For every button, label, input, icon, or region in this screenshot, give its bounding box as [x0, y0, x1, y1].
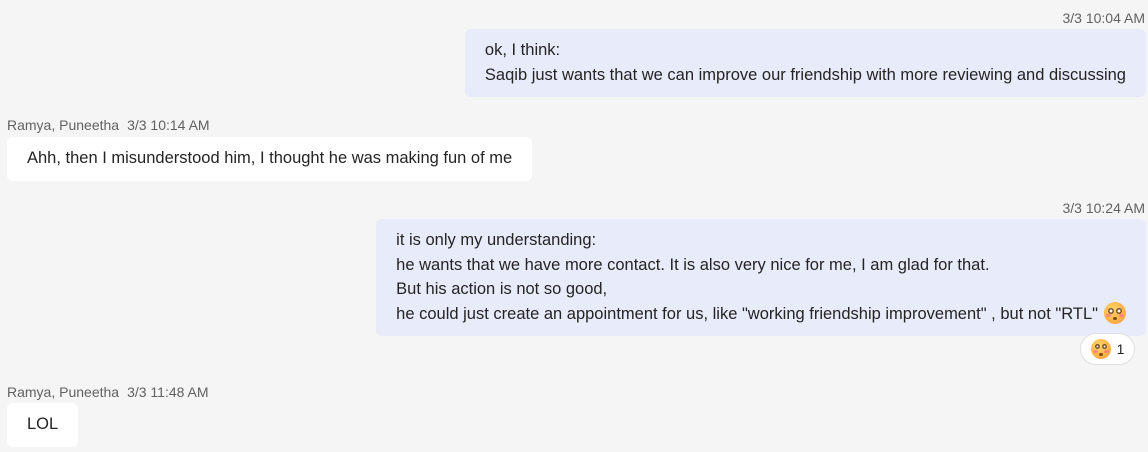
- message-bubble[interactable]: Ahh, then I misunderstood him, I thought…: [7, 137, 533, 181]
- sender-name: Ramya, Puneetha: [7, 384, 120, 400]
- message-bubble[interactable]: it is only my understanding: he wants th…: [376, 219, 1146, 336]
- message-timestamp: 3/3 10:04 AM: [1062, 10, 1145, 26]
- reaction-pill[interactable]: 1: [1080, 333, 1135, 365]
- message-text: ok, I think:: [484, 41, 561, 59]
- message-timestamp: 3/3 10:24 AM: [1062, 200, 1145, 216]
- message-text: he wants that we have more contact. It i…: [396, 255, 990, 274]
- chat-thread: 3/3 10:04 AM ok, I think: Saqib just wan…: [0, 0, 1148, 452]
- message-text: LOL: [27, 415, 59, 433]
- message-text: Ahh, then I misunderstood him, I thought…: [27, 149, 513, 167]
- message-text: he could just create an appointment for …: [396, 301, 1126, 327]
- flushed-face-icon: [1090, 339, 1111, 359]
- message-bubble[interactable]: ok, I think: Saqib just wants that we ca…: [464, 29, 1146, 97]
- message-text: Saqib just wants that we can improve our…: [484, 65, 1126, 84]
- message-text: But his action is not so good,: [396, 280, 608, 298]
- message-timestamp: 3/3 10:14 AM: [127, 117, 210, 133]
- message-bubble[interactable]: LOL: [7, 403, 79, 447]
- flushed-face-icon: [1104, 301, 1126, 324]
- sender-name: Ramya, Puneetha: [7, 117, 120, 133]
- message-text-fragment: he could just create an appointment for …: [396, 304, 1098, 323]
- message-text: it is only my understanding:: [396, 231, 597, 249]
- message-header: Ramya, Puneetha 3/3 11:48 AM: [7, 384, 209, 400]
- reaction-count: 1: [1116, 341, 1125, 357]
- message-header: Ramya, Puneetha 3/3 10:14 AM: [7, 117, 210, 133]
- message-timestamp: 3/3 11:48 AM: [127, 384, 209, 400]
